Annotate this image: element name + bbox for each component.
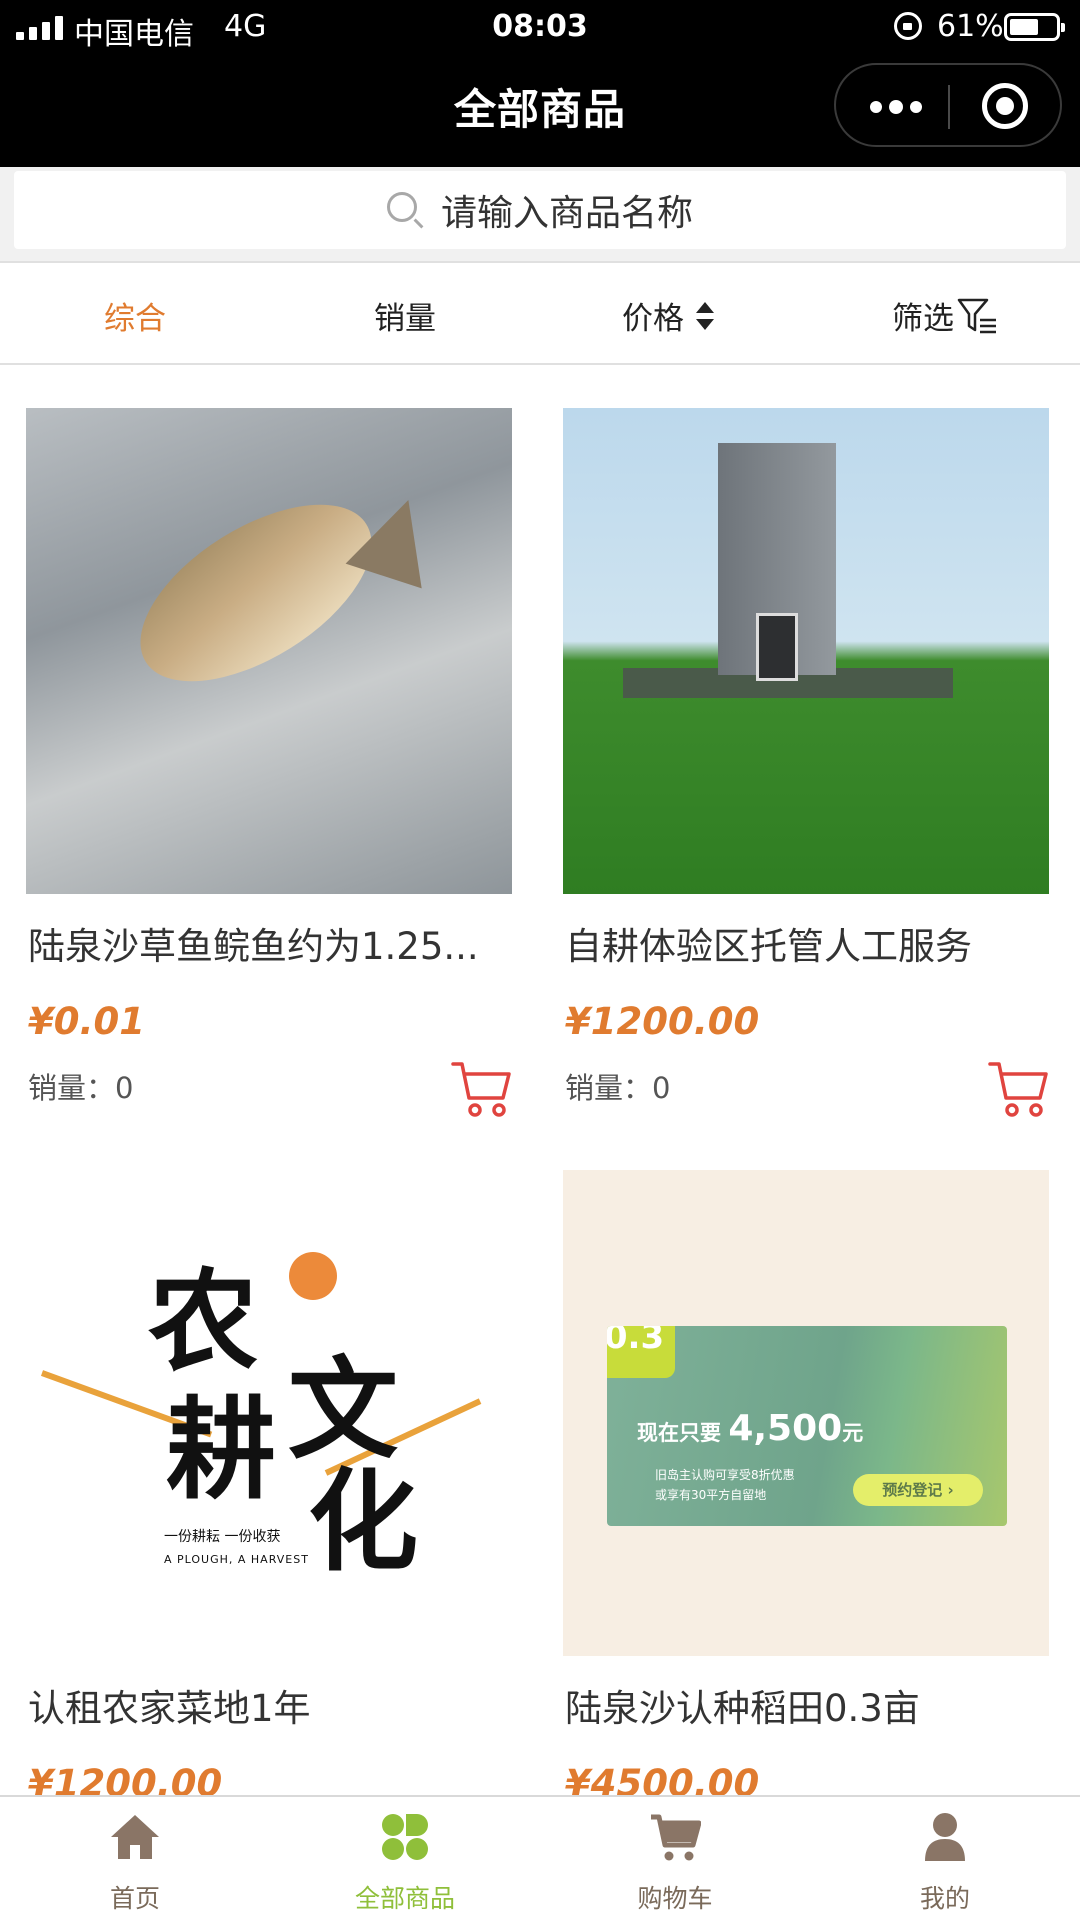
product-price: ¥0.01: [28, 1000, 146, 1043]
promo-cta: 预约登记 ›: [853, 1474, 983, 1506]
promo-line: 旧岛主认购可享受8折优惠: [655, 1468, 795, 1482]
close-target-icon[interactable]: [982, 83, 1028, 129]
search-placeholder: 请输入商品名称: [440, 193, 693, 234]
rotation-lock-icon: [894, 12, 922, 40]
product-image-field[interactable]: [563, 408, 1049, 894]
battery-percent: 61%: [937, 9, 1004, 44]
farm-subtitle-en: A PLOUGH, A HARVEST: [164, 1553, 309, 1566]
tab-label: 购物车: [637, 1884, 713, 1913]
farm-char: 化: [308, 1458, 418, 1586]
sun-shape: [289, 1252, 337, 1300]
filter-sales[interactable]: 销量: [374, 293, 436, 338]
tab-me[interactable]: 我的: [810, 1797, 1080, 1920]
search-icon: [386, 192, 417, 222]
tab-all-products[interactable]: 全部商品: [270, 1797, 540, 1920]
promo-tag: 0.3: [607, 1326, 675, 1378]
product-card[interactable]: 自耕体验区托管人工服务 ¥1200.00 销量：0: [563, 408, 1049, 1128]
filter-price[interactable]: 价格: [622, 293, 714, 338]
product-sales: 销量：0: [28, 1071, 134, 1105]
product-sales: 销量：0: [565, 1071, 671, 1105]
filter-screen[interactable]: 筛选: [892, 293, 998, 338]
funnel-icon: [957, 298, 996, 333]
user-icon: [925, 1813, 965, 1861]
product-card[interactable]: 陆泉沙草鱼鲩鱼约为1.25... ¥0.01 销量：0: [26, 408, 512, 1128]
filter-label: 价格: [622, 301, 684, 337]
search-input[interactable]: 请输入商品名称: [14, 171, 1066, 249]
product-name[interactable]: 陆泉沙草鱼鲩鱼约为1.25...: [28, 916, 512, 970]
product-card[interactable]: 0.3 现在只要 4,500元 旧岛主认购可享受8折优惠 或享有30平方自留地 …: [563, 1170, 1049, 1805]
status-bar: 中国电信 4G 08:03 61%: [0, 0, 1080, 55]
farm-char: 耕: [166, 1386, 276, 1514]
product-image-farm-culture[interactable]: 农 耕 文 化 一份耕耘 一份收获 A PLOUGH, A HARVEST: [26, 1170, 512, 1656]
product-image-rice[interactable]: 0.3 现在只要 4,500元 旧岛主认购可享受8折优惠 或享有30平方自留地 …: [563, 1170, 1049, 1656]
filter-bar: 综合 销量 价格 筛选: [0, 261, 1080, 365]
more-icon[interactable]: [870, 100, 922, 114]
add-to-cart-icon[interactable]: [451, 1058, 513, 1120]
filter-label: 综合: [104, 301, 166, 337]
tab-home[interactable]: 首页: [0, 1797, 270, 1920]
sort-icon: [696, 301, 714, 330]
product-name[interactable]: 陆泉沙认种稻田0.3亩: [565, 1678, 1049, 1732]
capsule-divider: [948, 85, 950, 129]
tab-label: 首页: [109, 1884, 160, 1913]
miniprogram-capsule: [834, 63, 1062, 147]
filter-label: 筛选: [892, 301, 954, 337]
tab-cart[interactable]: 购物车: [540, 1797, 810, 1920]
rice-promo-banner: 0.3 现在只要 4,500元 旧岛主认购可享受8折优惠 或享有30平方自留地 …: [607, 1326, 1007, 1526]
tab-label: 全部商品: [354, 1884, 455, 1913]
battery-icon: [1004, 13, 1065, 41]
add-to-cart-icon[interactable]: [988, 1058, 1050, 1120]
bottom-tab-bar: 首页 全部商品 购物车 我的: [0, 1795, 1080, 1920]
tab-label: 我的: [919, 1884, 970, 1913]
filter-comprehensive[interactable]: 综合: [104, 293, 166, 338]
clover-icon: [382, 1814, 428, 1860]
product-name[interactable]: 认租农家菜地1年: [28, 1678, 512, 1732]
promo-line: 或享有30平方自留地: [655, 1488, 767, 1502]
farm-subtitle: 一份耕耘 一份收获: [164, 1529, 281, 1545]
product-image-fish[interactable]: [26, 408, 512, 894]
search-area: 请输入商品名称: [0, 167, 1080, 261]
filter-label: 销量: [374, 301, 436, 337]
product-price: ¥1200.00: [565, 1000, 760, 1043]
watchtower-shape: [718, 443, 836, 681]
promo-headline: 现在只要 4,500元: [637, 1408, 864, 1449]
product-name[interactable]: 自耕体验区托管人工服务: [565, 916, 1049, 970]
home-icon: [111, 1815, 159, 1859]
cart-icon: [651, 1814, 701, 1861]
top-bar: 中国电信 4G 08:03 61% 全部商品: [0, 0, 1080, 167]
fish-shape: [111, 468, 401, 718]
product-card[interactable]: 农 耕 文 化 一份耕耘 一份收获 A PLOUGH, A HARVEST 认租…: [26, 1170, 512, 1805]
